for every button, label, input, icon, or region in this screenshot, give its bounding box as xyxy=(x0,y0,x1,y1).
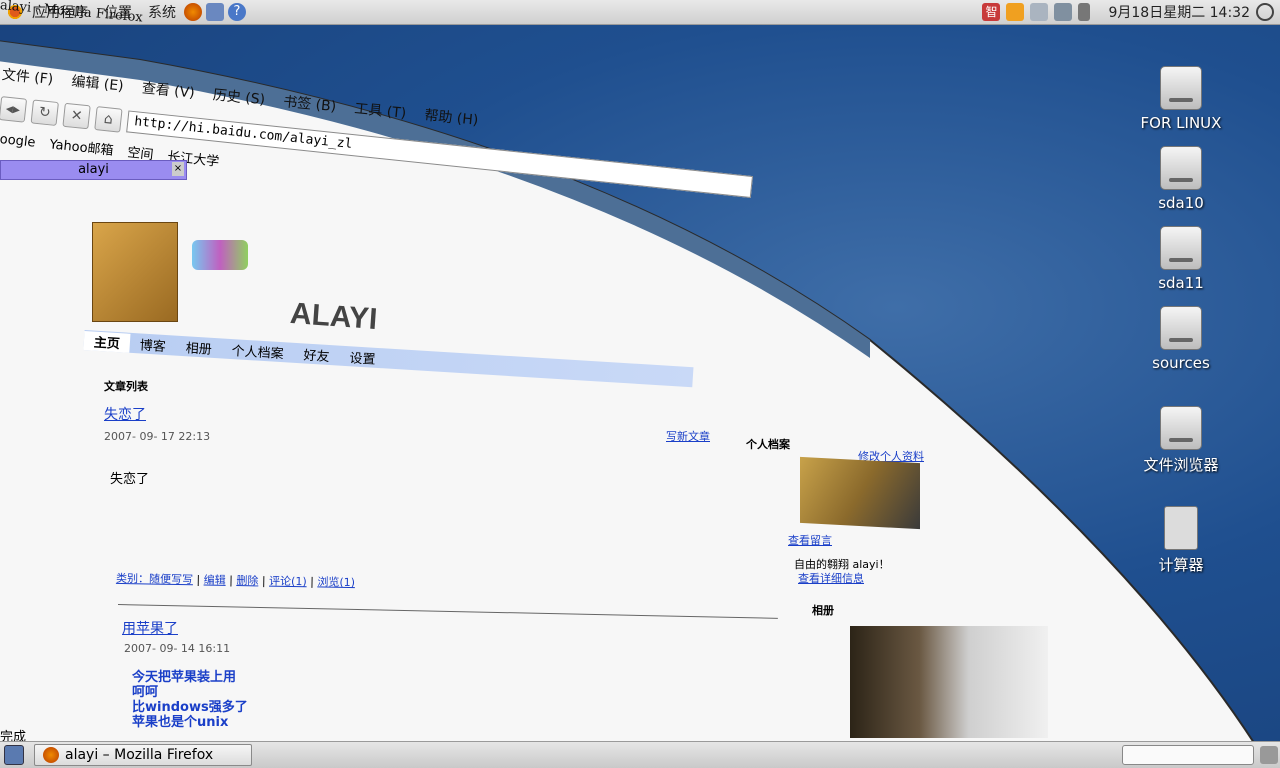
menu-file[interactable]: 文件 (F) xyxy=(1,67,54,88)
network-icon[interactable] xyxy=(1030,3,1049,21)
reload-icon[interactable]: ↻ xyxy=(30,99,59,126)
section-title: 文章列表 xyxy=(104,380,148,393)
post-category-link[interactable]: 类别：随便写写 xyxy=(116,572,193,586)
post-views-link[interactable]: 浏览(1) xyxy=(317,575,355,589)
write-post-link[interactable]: 写新文章 xyxy=(666,428,710,444)
menu-history[interactable]: 历史 (S) xyxy=(212,87,266,108)
post-date: 2007- 09- 14 16:11 xyxy=(124,642,231,655)
post-delete-link[interactable]: 删除 xyxy=(236,574,258,587)
post-edit-link[interactable]: 编辑 xyxy=(204,573,226,586)
firefox-launcher-icon[interactable] xyxy=(184,3,202,21)
taskbar-window-label: alayi – Mozilla Firefox xyxy=(65,747,214,763)
post-line: 今天把苹果装上用 xyxy=(132,670,237,685)
bottom-panel: alayi – Mozilla Firefox xyxy=(0,741,1280,768)
album-title: 相册 xyxy=(812,604,834,617)
notification-icon[interactable] xyxy=(1006,3,1025,21)
blog-nav-settings[interactable]: 设置 xyxy=(339,346,386,368)
menu-tools[interactable]: 工具 (T) xyxy=(354,101,407,122)
display-icon[interactable] xyxy=(1054,3,1073,21)
volume-icon[interactable] xyxy=(1078,3,1091,21)
tab-label: alayi xyxy=(78,162,109,177)
blog-logo-text: ALAYI xyxy=(288,296,379,337)
blog-logo-box-icon xyxy=(92,222,178,322)
post-date: 2007- 09- 17 22:13 xyxy=(104,430,211,443)
album-photo[interactable] xyxy=(850,626,1048,738)
post-body: 今天把苹果装上用 呵呵 比windows强多了 苹果也是个unix xyxy=(132,670,248,730)
blog-nav-home[interactable]: 主页 xyxy=(83,330,131,353)
home-icon[interactable]: ⌂ xyxy=(94,106,123,133)
power-icon[interactable] xyxy=(1256,3,1274,21)
post-line: 呵呵 xyxy=(132,685,159,700)
post-body: 失恋了 xyxy=(110,472,150,487)
back-forward-icon[interactable]: ◂▸ xyxy=(0,96,28,123)
profile-photo[interactable] xyxy=(800,456,920,530)
show-desktop-icon[interactable] xyxy=(4,745,24,765)
top-panel: 应用程序 位置 系统 ? 智 9月18日星期二 14:32 xyxy=(0,0,1280,25)
system-menu[interactable]: 系统 xyxy=(140,2,184,22)
view-detail-link[interactable]: 查看详细信息 xyxy=(798,570,864,586)
post-comments-link[interactable]: 评论(1) xyxy=(269,575,307,589)
blog-nav-profile[interactable]: 个人档案 xyxy=(221,339,294,362)
blog-nav-album[interactable]: 相册 xyxy=(175,336,222,358)
mail-launcher-icon[interactable] xyxy=(206,3,224,21)
input-method-icon[interactable]: 智 xyxy=(982,3,1001,21)
blog-nav-friends[interactable]: 好友 xyxy=(293,343,340,365)
tab-close-icon[interactable]: × xyxy=(172,162,184,176)
post-title[interactable]: 用苹果了 xyxy=(122,618,178,638)
post-title[interactable]: 失恋了 xyxy=(104,404,146,424)
post-line: 比windows强多了 xyxy=(132,700,248,715)
clock[interactable]: 9月18日星期二 14:32 xyxy=(1108,2,1250,22)
firefox-icon xyxy=(43,747,59,763)
taskbar-firefox-window[interactable]: alayi – Mozilla Firefox xyxy=(34,744,252,766)
profile-title: 个人档案 xyxy=(746,438,790,451)
stop-icon[interactable]: ✕ xyxy=(62,102,91,130)
view-message-link[interactable]: 查看留言 xyxy=(788,532,832,548)
blog-nav-blog[interactable]: 博客 xyxy=(129,333,176,355)
trash-icon[interactable] xyxy=(1260,746,1278,764)
workspace-switcher-icon[interactable] xyxy=(1122,745,1254,765)
blog-logo-cubes-icon xyxy=(192,240,248,270)
tab-alayi[interactable]: alayi × xyxy=(0,160,187,180)
post-line: 苹果也是个unix xyxy=(132,715,229,730)
help-icon[interactable]: ? xyxy=(228,3,246,21)
system-tray: 智 9月18日星期二 14:32 xyxy=(982,2,1280,22)
menu-edit[interactable]: 编辑 (E) xyxy=(71,74,125,95)
